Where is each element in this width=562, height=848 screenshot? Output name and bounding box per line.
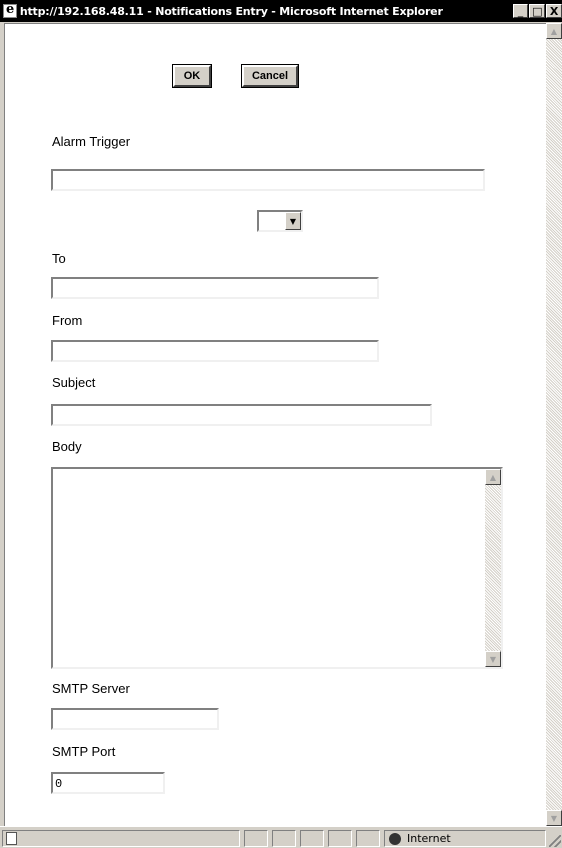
cancel-button[interactable]: Cancel (241, 64, 299, 88)
status-segment (244, 830, 268, 847)
scroll-up-icon[interactable]: ▲ (485, 469, 501, 485)
scroll-down-icon[interactable]: ▼ (485, 651, 501, 667)
globe-icon (389, 833, 401, 845)
page-icon (6, 832, 17, 845)
window-title: http://192.168.48.11 - Notifications Ent… (19, 4, 443, 18)
body-textarea[interactable]: ▲ ▼ (51, 467, 503, 669)
scroll-down-icon[interactable]: ▼ (546, 810, 562, 826)
to-label: To (52, 251, 66, 266)
to-field[interactable] (51, 277, 379, 299)
smtp-port-label: SMTP Port (52, 744, 116, 759)
from-field[interactable] (51, 340, 379, 362)
status-segment (300, 830, 324, 847)
browser-window: http://192.168.48.11 - Notifications Ent… (0, 0, 562, 848)
status-main-segment (2, 830, 240, 847)
body-scrollbar[interactable]: ▲ ▼ (485, 469, 501, 667)
page-scrollbar[interactable]: ▲ ▼ (546, 23, 562, 826)
zone-segment: Internet (384, 830, 546, 847)
smtp-port-field[interactable]: 0 (51, 772, 165, 794)
subject-label: Subject (52, 375, 96, 390)
alarm-trigger-field[interactable] (51, 169, 485, 191)
smtp-server-label: SMTP Server (52, 681, 130, 696)
zone-label: Internet (407, 832, 451, 845)
from-label: From (52, 313, 83, 328)
ok-button[interactable]: OK (172, 64, 212, 88)
minimize-icon[interactable]: _ (512, 4, 529, 18)
scroll-up-icon[interactable]: ▲ (546, 23, 562, 39)
page-content: OK Cancel Alarm Trigger ▼ To From Subjec… (4, 23, 546, 826)
title-bar[interactable]: http://192.168.48.11 - Notifications Ent… (0, 0, 562, 22)
dropdown-arrow-icon[interactable]: ▼ (285, 212, 301, 230)
alarm-trigger-label: Alarm Trigger (52, 134, 131, 149)
status-segment (272, 830, 296, 847)
status-segment (328, 830, 352, 847)
ie-icon[interactable] (3, 2, 17, 18)
trigger-select[interactable]: ▼ (257, 210, 303, 232)
body-label: Body (52, 439, 82, 454)
maximize-icon[interactable]: □ (529, 4, 546, 18)
subject-field[interactable] (51, 404, 432, 426)
status-bar: Internet (0, 826, 562, 848)
smtp-server-field[interactable] (51, 708, 219, 730)
status-segment (356, 830, 380, 847)
close-icon[interactable]: X (546, 4, 562, 18)
resize-grip-icon[interactable] (549, 835, 561, 847)
